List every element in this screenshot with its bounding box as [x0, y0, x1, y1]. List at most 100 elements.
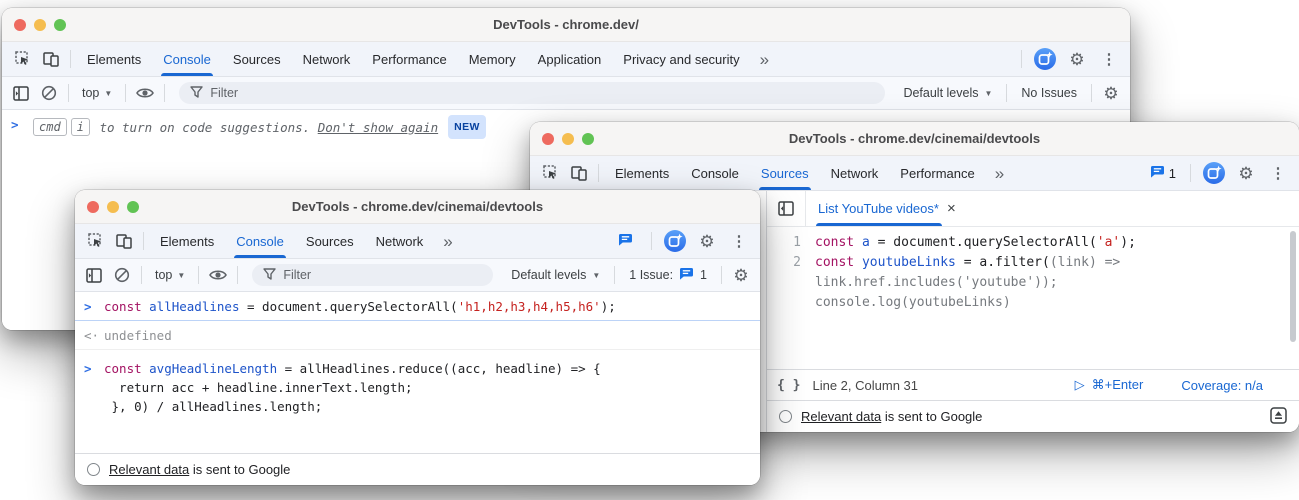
console-result-row: <· undefined	[75, 321, 760, 350]
inspect-element-icon[interactable]	[10, 46, 36, 72]
issues-counter[interactable]: 1	[1146, 165, 1180, 181]
kebab-menu-icon[interactable]: ⋮	[726, 228, 752, 254]
dont-show-again-link[interactable]: Don't show again	[318, 118, 438, 137]
console-messages[interactable]: > const allHeadlines = document.querySel…	[75, 292, 760, 453]
close-file-icon[interactable]: ×	[947, 201, 956, 216]
inspect-element-icon[interactable]	[538, 160, 564, 186]
code-editor[interactable]: 1const a = document.querySelectorAll('a'…	[767, 227, 1299, 369]
issues-count: 1	[1169, 166, 1176, 181]
tab-sources[interactable]: Sources	[751, 156, 819, 190]
clear-console-icon[interactable]	[109, 262, 135, 288]
console-input-entry[interactable]: > const avgHeadlineLength = allHeadlines…	[75, 350, 760, 420]
tab-performance[interactable]: Performance	[890, 156, 984, 190]
console-settings-gear-icon[interactable]: ⚙	[1098, 80, 1124, 106]
tab-network[interactable]: Network	[366, 224, 434, 258]
more-tabs-icon[interactable]: »	[752, 51, 777, 68]
minimize-window-button[interactable]	[34, 19, 46, 31]
tab-privacy-security[interactable]: Privacy and security	[613, 42, 749, 76]
code-line-wrap: link.href.includes('youtube'));	[767, 273, 1299, 293]
default-levels-dropdown[interactable]: Default levels▼	[895, 86, 1000, 100]
result-value: undefined	[104, 326, 172, 345]
issues-counter[interactable]	[614, 233, 641, 249]
divider	[651, 232, 652, 250]
console-settings-gear-icon[interactable]: ⚙	[728, 262, 754, 288]
tab-sources[interactable]: Sources	[223, 42, 291, 76]
tab-memory[interactable]: Memory	[459, 42, 526, 76]
tab-elements[interactable]: Elements	[150, 224, 224, 258]
tab-console[interactable]: Console	[226, 224, 294, 258]
close-window-button[interactable]	[14, 19, 26, 31]
device-toolbar-icon[interactable]	[38, 46, 64, 72]
tab-application[interactable]: Application	[528, 42, 612, 76]
ai-assistance-icon[interactable]	[1032, 46, 1058, 72]
window-title: DevTools - chrome.dev/cinemai/devtools	[789, 131, 1040, 146]
settings-gear-icon[interactable]: ⚙	[1064, 46, 1090, 72]
device-toolbar-icon[interactable]	[566, 160, 592, 186]
coverage-link[interactable]: Coverage: n/a	[1181, 378, 1263, 393]
clear-console-icon[interactable]	[36, 80, 62, 106]
titlebar[interactable]: DevTools - chrome.dev/cinemai/devtools	[530, 122, 1299, 156]
device-toolbar-icon[interactable]	[111, 228, 137, 254]
expand-drawer-icon[interactable]	[1270, 407, 1287, 427]
cursor-position: Line 2, Column 31	[812, 378, 918, 393]
filter-placeholder: Filter	[210, 86, 238, 100]
tab-network[interactable]: Network	[821, 156, 889, 190]
traffic-lights	[87, 190, 139, 223]
issue-counter[interactable]: 1 Issue: 1	[621, 267, 715, 283]
divider	[164, 84, 165, 102]
titlebar[interactable]: DevTools - chrome.dev/	[2, 8, 1130, 42]
console-sidebar-icon[interactable]	[81, 262, 107, 288]
run-icon: ▷	[1075, 377, 1085, 393]
collapse-navigator-icon[interactable]	[767, 191, 806, 226]
divider	[1091, 84, 1092, 102]
tab-network[interactable]: Network	[293, 42, 361, 76]
console-chevron-icon: >	[11, 115, 31, 134]
zoom-window-button[interactable]	[127, 201, 139, 213]
kebab-menu-icon[interactable]: ⋮	[1096, 46, 1122, 72]
settings-gear-icon[interactable]: ⚙	[694, 228, 720, 254]
ai-assistance-icon[interactable]	[662, 228, 688, 254]
default-levels-dropdown[interactable]: Default levels▼	[503, 268, 608, 282]
filter-funnel-icon	[263, 268, 276, 283]
ai-assistance-icon[interactable]	[1201, 160, 1227, 186]
relevant-data-link[interactable]: Relevant data	[109, 462, 189, 477]
zoom-window-button[interactable]	[582, 133, 594, 145]
window-title: DevTools - chrome.dev/	[493, 17, 639, 32]
console-sidebar-icon[interactable]	[8, 80, 34, 106]
tab-elements[interactable]: Elements	[77, 42, 151, 76]
titlebar[interactable]: DevTools - chrome.dev/cinemai/devtools	[75, 190, 760, 224]
file-tab-snippet[interactable]: List YouTube videos* ×	[806, 191, 968, 226]
filter-funnel-icon	[190, 86, 203, 101]
vertical-scrollbar-thumb[interactable]	[1290, 231, 1296, 342]
settings-gear-icon[interactable]: ⚙	[1233, 160, 1259, 186]
context-selector[interactable]: top▼	[75, 86, 119, 100]
pretty-print-icon[interactable]: { }	[777, 378, 800, 393]
close-window-button[interactable]	[542, 133, 554, 145]
tab-console[interactable]: Console	[153, 42, 221, 76]
filter-input[interactable]: Filter	[179, 82, 885, 104]
no-issues-label[interactable]: No Issues	[1013, 86, 1085, 100]
tab-sources[interactable]: Sources	[296, 224, 364, 258]
zoom-window-button[interactable]	[54, 19, 66, 31]
context-selector[interactable]: top▼	[148, 268, 192, 282]
live-expression-eye-icon[interactable]	[205, 262, 231, 288]
live-expression-eye-icon[interactable]	[132, 80, 158, 106]
main-tabbar: Elements Console Sources Network Perform…	[530, 156, 1299, 191]
divider	[598, 164, 599, 182]
more-tabs-icon[interactable]: »	[987, 165, 1012, 182]
inspect-element-icon[interactable]	[83, 228, 109, 254]
run-snippet-button[interactable]: ▷ ⌘+Enter	[1075, 377, 1144, 393]
more-tabs-icon[interactable]: »	[435, 233, 460, 250]
minimize-window-button[interactable]	[562, 133, 574, 145]
tab-performance[interactable]: Performance	[362, 42, 456, 76]
close-window-button[interactable]	[87, 201, 99, 213]
tab-console[interactable]: Console	[681, 156, 749, 190]
divider	[141, 266, 142, 284]
traffic-lights	[14, 8, 66, 41]
filter-input[interactable]: Filter	[252, 264, 493, 286]
kebab-menu-icon[interactable]: ⋮	[1265, 160, 1291, 186]
relevant-data-link[interactable]: Relevant data	[801, 409, 881, 424]
divider	[237, 266, 238, 284]
tab-elements[interactable]: Elements	[605, 156, 679, 190]
minimize-window-button[interactable]	[107, 201, 119, 213]
